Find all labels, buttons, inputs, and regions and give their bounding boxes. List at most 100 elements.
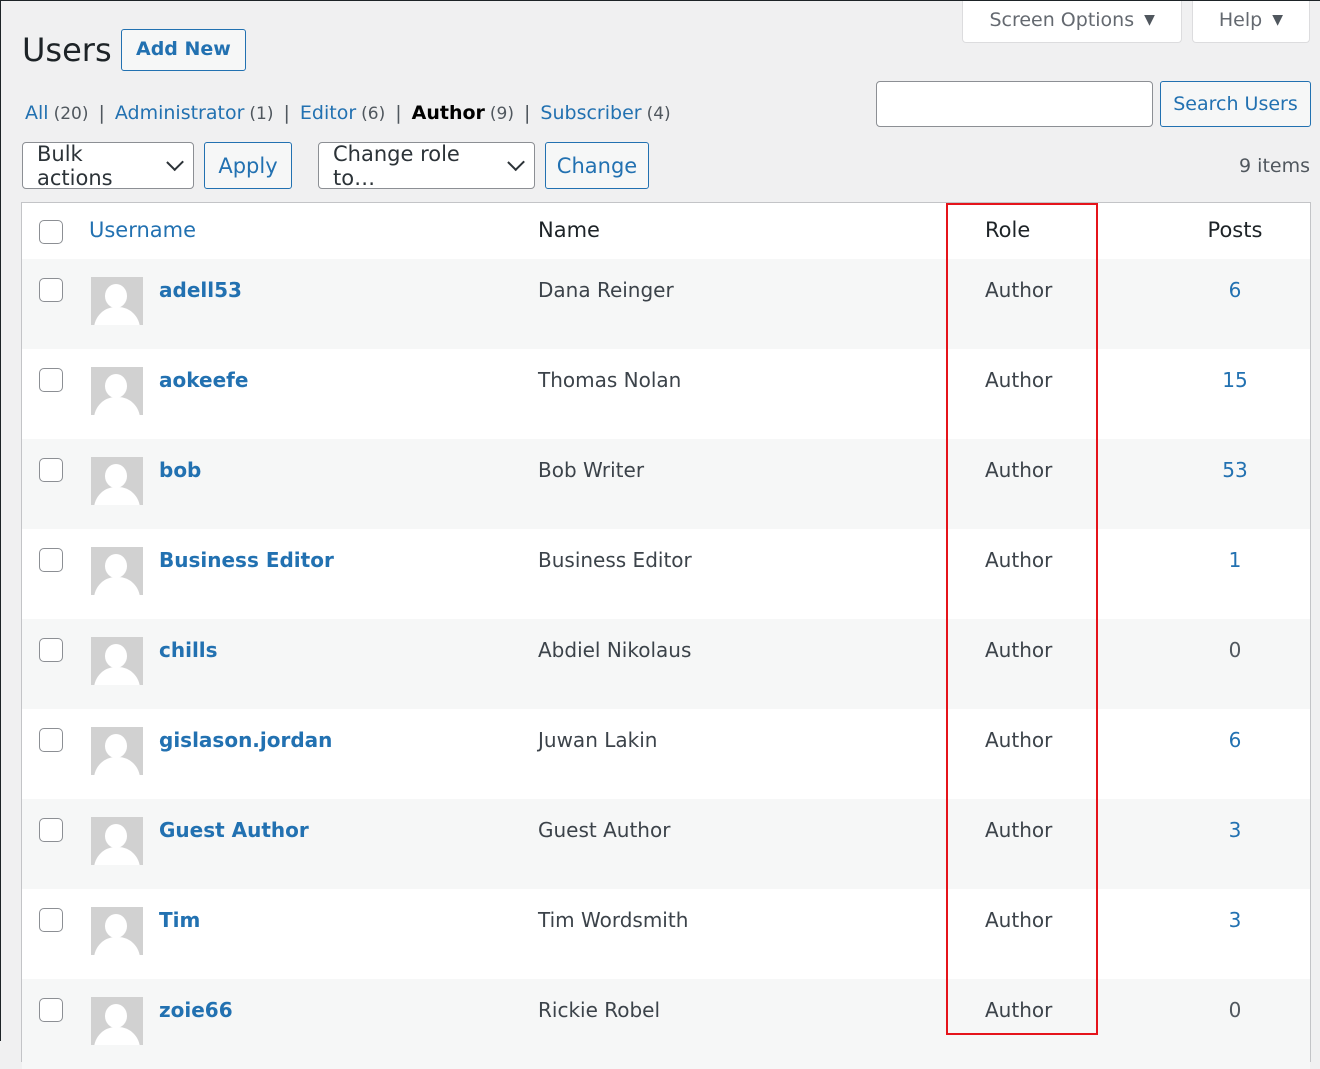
name-cell: Guest Author — [538, 818, 671, 842]
column-name-header: Name — [538, 218, 600, 242]
avatar — [91, 367, 143, 415]
screen-options-label: Screen Options — [989, 9, 1135, 31]
bulk-actions-label: Bulk actions — [37, 141, 113, 190]
separator: | — [395, 102, 402, 124]
help-button[interactable]: Help ▼ — [1191, 1, 1310, 43]
role-filter-links: All (20) | Administrator (1) | Editor (6) |… — [25, 102, 671, 124]
table-header: Username Name Role Posts — [22, 203, 1310, 260]
posts-count-link[interactable]: 1 — [1182, 548, 1288, 572]
table-row: aokeefe Thomas Nolan Author 15 — [22, 349, 1310, 439]
name-cell: Bob Writer — [538, 458, 645, 482]
posts-count-link[interactable]: 53 — [1182, 458, 1288, 482]
change-role-label: Change role to… — [333, 141, 460, 190]
separator: | — [98, 102, 105, 124]
username-link[interactable]: aokeefe — [159, 368, 248, 392]
role-cell: Author — [985, 548, 1053, 572]
filter-author[interactable]: Author (9) — [412, 102, 514, 124]
name-cell: Dana Reinger — [538, 278, 674, 302]
table-row: Tim Tim Wordsmith Author 3 — [22, 889, 1310, 979]
posts-count-link[interactable]: 6 — [1182, 728, 1288, 752]
filter-subscriber[interactable]: Subscriber (4) — [540, 102, 670, 124]
row-checkbox[interactable] — [39, 638, 63, 662]
separator: | — [283, 102, 290, 124]
caret-down-icon: ▼ — [1144, 12, 1155, 28]
filter-count: (4) — [646, 104, 671, 124]
page-title: Users — [22, 31, 112, 69]
row-checkbox[interactable] — [39, 998, 63, 1022]
chevron-down-icon — [506, 153, 525, 172]
table-row: chills Abdiel Nikolaus Author 0 — [22, 619, 1310, 709]
filter-count: (20) — [53, 104, 89, 124]
screen-options-button[interactable]: Screen Options ▼ — [962, 1, 1182, 43]
posts-count-link[interactable]: 15 — [1182, 368, 1288, 392]
add-new-button[interactable]: Add New — [121, 29, 246, 71]
filter-count: (9) — [489, 104, 514, 124]
username-link[interactable]: adell53 — [159, 278, 242, 302]
row-checkbox[interactable] — [39, 368, 63, 392]
filter-label[interactable]: Author — [412, 102, 485, 124]
name-cell: Rickie Robel — [538, 998, 661, 1022]
row-checkbox[interactable] — [39, 278, 63, 302]
avatar — [91, 637, 143, 685]
filter-count: (1) — [249, 104, 274, 124]
separator: | — [524, 102, 531, 124]
table-row: Business Editor Business Editor Author 1 — [22, 529, 1310, 619]
name-cell: Abdiel Nikolaus — [538, 638, 692, 662]
username-link[interactable]: Business Editor — [159, 548, 334, 572]
row-checkbox[interactable] — [39, 818, 63, 842]
apply-button[interactable]: Apply — [204, 142, 292, 189]
row-checkbox[interactable] — [39, 728, 63, 752]
column-username-header[interactable]: Username — [89, 218, 196, 242]
table-row: zoie66 Rickie Robel Author 0 — [22, 979, 1310, 1069]
username-link[interactable]: chills — [159, 638, 218, 662]
column-role-header: Role — [985, 218, 1031, 242]
table-row: gislason.jordan Juwan Lakin Author 6 — [22, 709, 1310, 799]
caret-down-icon: ▼ — [1272, 12, 1283, 28]
filter-label[interactable]: All — [25, 102, 49, 124]
filter-editor[interactable]: Editor (6) — [300, 102, 385, 124]
filter-label[interactable]: Subscriber — [540, 102, 641, 124]
username-link[interactable]: Guest Author — [159, 818, 309, 842]
name-cell: Thomas Nolan — [538, 368, 682, 392]
select-all-checkbox[interactable] — [39, 220, 63, 244]
posts-count-link[interactable]: 3 — [1182, 908, 1288, 932]
table-row: adell53 Dana Reinger Author 6 — [22, 259, 1310, 349]
posts-count: 0 — [1228, 998, 1242, 1022]
posts-count-link[interactable]: 6 — [1182, 278, 1288, 302]
help-label: Help — [1218, 9, 1263, 31]
username-link[interactable]: bob — [159, 458, 201, 482]
column-posts-header: Posts — [1207, 218, 1263, 242]
role-cell: Author — [985, 638, 1053, 662]
row-checkbox[interactable] — [39, 548, 63, 572]
avatar — [91, 277, 143, 325]
search-users-button[interactable]: Search Users — [1160, 81, 1311, 127]
search-input[interactable] — [876, 81, 1153, 127]
table-row: bob Bob Writer Author 53 — [22, 439, 1310, 529]
filter-count: (6) — [361, 104, 386, 124]
name-cell: Tim Wordsmith — [538, 908, 689, 932]
avatar — [91, 457, 143, 505]
role-cell: Author — [985, 368, 1053, 392]
items-count: 9 items — [1239, 155, 1310, 177]
change-button[interactable]: Change — [545, 142, 649, 189]
filter-administrator[interactable]: Administrator (1) — [115, 102, 274, 124]
bulk-actions-select[interactable]: Bulk actions — [22, 141, 194, 190]
username-link[interactable]: Tim — [159, 908, 200, 932]
username-link[interactable]: zoie66 — [159, 998, 233, 1022]
row-checkbox[interactable] — [39, 458, 63, 482]
chevron-down-icon — [165, 153, 184, 172]
filter-label[interactable]: Editor — [300, 102, 356, 124]
avatar — [91, 907, 143, 955]
change-role-select[interactable]: Change role to… — [318, 141, 535, 190]
name-cell: Business Editor — [538, 548, 692, 572]
filter-all[interactable]: All (20) — [25, 102, 88, 124]
role-cell: Author — [985, 818, 1053, 842]
name-cell: Juwan Lakin — [538, 728, 658, 752]
username-link[interactable]: gislason.jordan — [159, 728, 332, 752]
posts-count-link[interactable]: 3 — [1182, 818, 1288, 842]
avatar — [91, 817, 143, 865]
role-cell: Author — [985, 278, 1053, 302]
row-checkbox[interactable] — [39, 908, 63, 932]
table-row: Guest Author Guest Author Author 3 — [22, 799, 1310, 889]
filter-label[interactable]: Administrator — [115, 102, 245, 124]
